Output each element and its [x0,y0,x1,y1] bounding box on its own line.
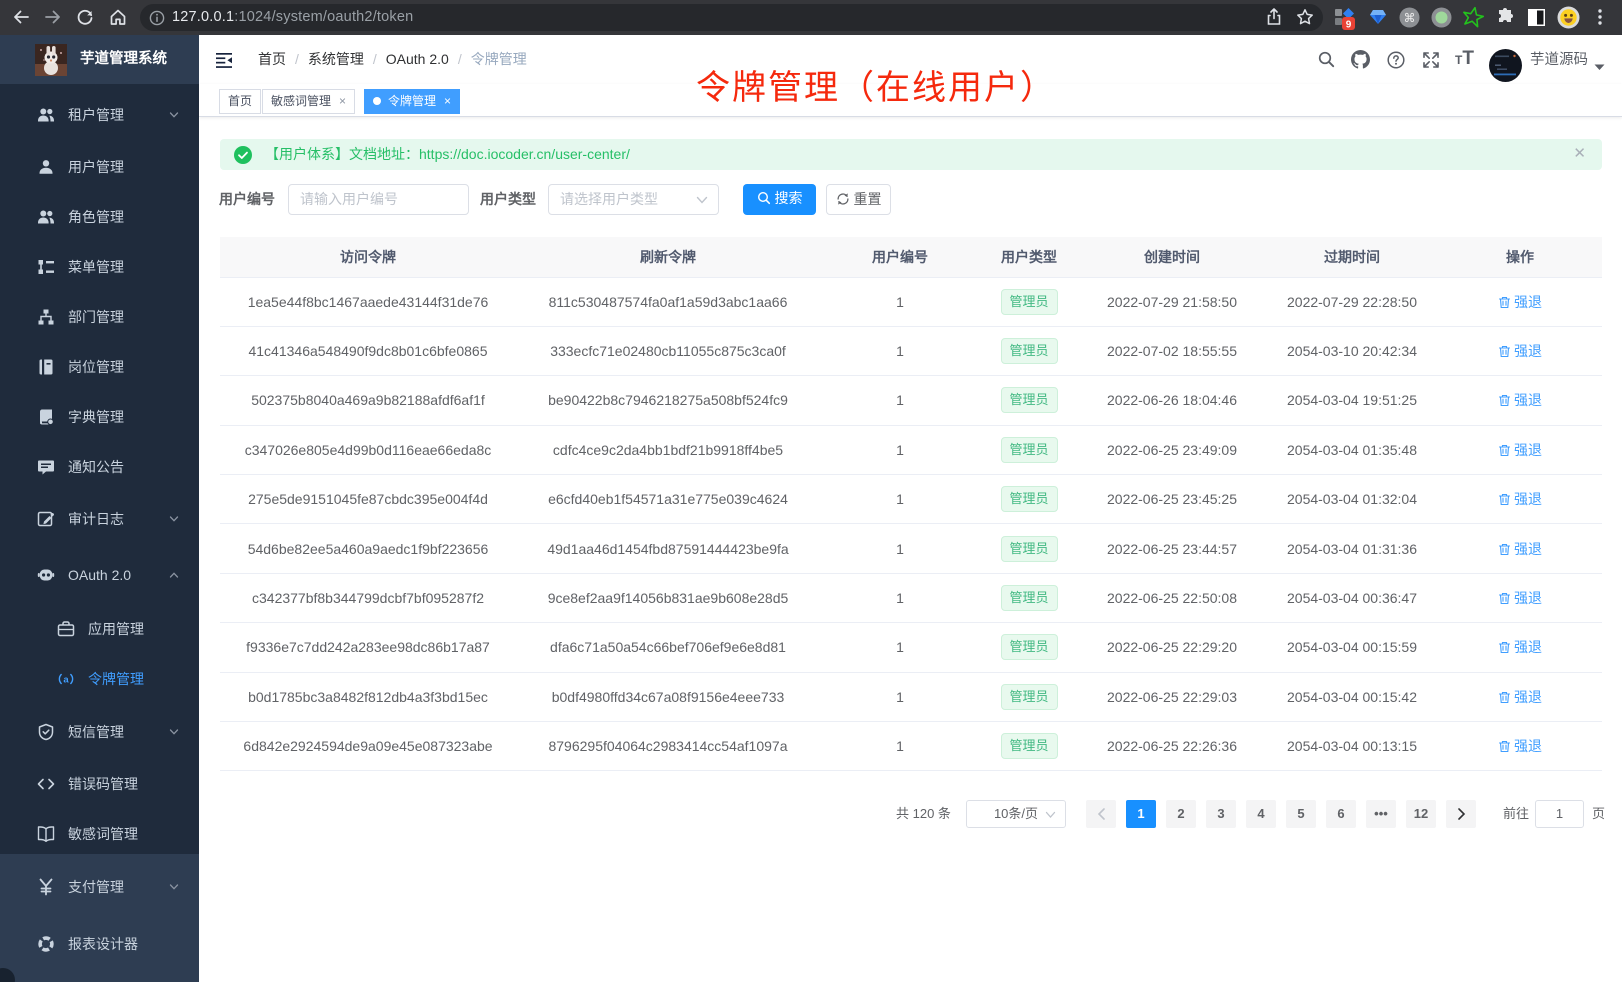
svg-text:9: 9 [1346,20,1352,31]
svg-text:a: a [63,674,69,685]
svg-text:⌘: ⌘ [1404,11,1416,25]
